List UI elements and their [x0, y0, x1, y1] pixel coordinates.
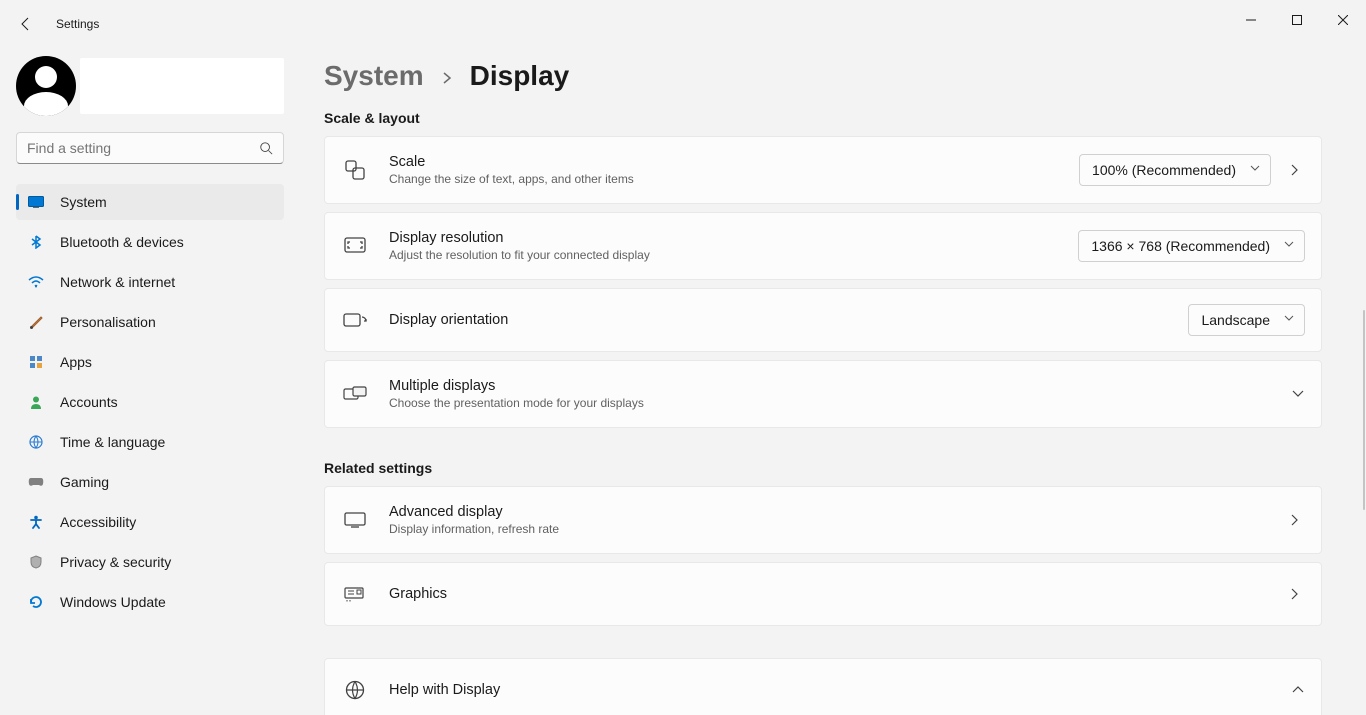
sidebar-item-label: Accounts [60, 394, 118, 410]
apps-icon [28, 354, 44, 370]
setting-title: Help with Display [389, 682, 1271, 698]
setting-card-graphics[interactable]: Graphics [324, 562, 1322, 626]
window-title: Settings [56, 17, 99, 31]
scrollbar[interactable] [1363, 310, 1365, 510]
setting-title: Multiple displays [389, 378, 1271, 394]
breadcrumb-current: Display [470, 60, 570, 92]
setting-subtitle: Display information, refresh rate [389, 522, 1271, 536]
setting-subtitle: Change the size of text, apps, and other… [389, 172, 1079, 186]
chevron-up-icon[interactable] [1291, 686, 1305, 694]
search-icon [259, 141, 273, 155]
paint-icon [28, 314, 44, 330]
resolution-icon [343, 237, 367, 255]
sidebar: System Bluetooth & devices Network & int… [0, 48, 300, 715]
window-controls [1228, 0, 1366, 40]
chevron-down-icon [1250, 165, 1260, 175]
globe-icon [343, 680, 367, 700]
sidebar-item-label: Bluetooth & devices [60, 234, 184, 250]
select-value: Landscape [1201, 312, 1270, 328]
avatar [16, 56, 76, 116]
titlebar: Settings [0, 0, 1366, 48]
sidebar-item-label: Privacy & security [60, 554, 171, 570]
sidebar-item-label: Network & internet [60, 274, 175, 290]
setting-title: Display orientation [389, 312, 1188, 328]
multiple-displays-icon [343, 386, 367, 402]
scale-select[interactable]: 100% (Recommended) [1079, 154, 1271, 186]
breadcrumb-parent[interactable]: System [324, 60, 424, 92]
sidebar-item-update[interactable]: Windows Update [16, 584, 284, 620]
globe-clock-icon [28, 434, 44, 450]
chevron-down-icon [1284, 241, 1294, 251]
chevron-right-icon [442, 71, 452, 85]
section-header-related: Related settings [324, 460, 1322, 476]
close-button[interactable] [1320, 0, 1366, 40]
sidebar-item-label: Time & language [60, 434, 165, 450]
chevron-down-icon[interactable] [1291, 390, 1305, 398]
setting-title: Display resolution [389, 230, 1078, 246]
wifi-icon [28, 274, 44, 290]
chevron-right-icon[interactable] [1291, 513, 1305, 527]
setting-card-scale[interactable]: Scale Change the size of text, apps, and… [324, 136, 1322, 204]
sidebar-item-privacy[interactable]: Privacy & security [16, 544, 284, 580]
person-icon [28, 394, 44, 410]
sidebar-item-accessibility[interactable]: Accessibility [16, 504, 284, 540]
setting-title: Graphics [389, 586, 1271, 602]
minimize-button[interactable] [1228, 0, 1274, 40]
sidebar-item-bluetooth[interactable]: Bluetooth & devices [16, 224, 284, 260]
section-header-scale-layout: Scale & layout [324, 110, 1322, 126]
setting-card-help[interactable]: Help with Display [324, 658, 1322, 715]
chevron-right-icon[interactable] [1291, 587, 1305, 601]
shield-icon [28, 554, 44, 570]
profile-name-block [80, 58, 284, 114]
sidebar-item-personalisation[interactable]: Personalisation [16, 304, 284, 340]
orientation-icon [343, 311, 367, 329]
main-content: System Display Scale & layout Scale Chan… [300, 48, 1366, 715]
accessibility-icon [28, 514, 44, 530]
nav: System Bluetooth & devices Network & int… [16, 184, 284, 624]
maximize-button[interactable] [1274, 0, 1320, 40]
sidebar-item-network[interactable]: Network & internet [16, 264, 284, 300]
gamepad-icon [28, 474, 44, 490]
select-value: 1366 × 768 (Recommended) [1091, 238, 1270, 254]
breadcrumb: System Display [324, 60, 1322, 92]
back-button[interactable] [16, 14, 36, 34]
sidebar-item-time[interactable]: Time & language [16, 424, 284, 460]
sidebar-item-accounts[interactable]: Accounts [16, 384, 284, 420]
display-icon [28, 194, 44, 210]
profile-block[interactable] [16, 56, 284, 116]
monitor-icon [343, 512, 367, 528]
sidebar-item-label: Apps [60, 354, 92, 370]
scale-icon [343, 159, 367, 181]
setting-title: Advanced display [389, 504, 1271, 520]
sidebar-item-gaming[interactable]: Gaming [16, 464, 284, 500]
sidebar-item-label: Windows Update [60, 594, 166, 610]
orientation-select[interactable]: Landscape [1188, 304, 1305, 336]
setting-card-multiple-displays[interactable]: Multiple displays Choose the presentatio… [324, 360, 1322, 428]
update-icon [28, 594, 44, 610]
resolution-select[interactable]: 1366 × 768 (Recommended) [1078, 230, 1305, 262]
sidebar-item-label: Gaming [60, 474, 109, 490]
select-value: 100% (Recommended) [1092, 162, 1236, 178]
search-input[interactable] [27, 140, 259, 156]
setting-title: Scale [389, 154, 1079, 170]
graphics-icon [343, 586, 367, 602]
setting-card-resolution[interactable]: Display resolution Adjust the resolution… [324, 212, 1322, 280]
sidebar-item-label: Personalisation [60, 314, 156, 330]
bluetooth-icon [28, 234, 44, 250]
chevron-down-icon [1284, 315, 1294, 325]
setting-subtitle: Adjust the resolution to fit your connec… [389, 248, 1078, 262]
search-box[interactable] [16, 132, 284, 164]
chevron-right-icon[interactable] [1291, 163, 1305, 177]
setting-subtitle: Choose the presentation mode for your di… [389, 396, 1271, 410]
setting-card-advanced-display[interactable]: Advanced display Display information, re… [324, 486, 1322, 554]
sidebar-item-label: System [60, 194, 107, 210]
sidebar-item-label: Accessibility [60, 514, 136, 530]
setting-card-orientation[interactable]: Display orientation Landscape [324, 288, 1322, 352]
sidebar-item-system[interactable]: System [16, 184, 284, 220]
sidebar-item-apps[interactable]: Apps [16, 344, 284, 380]
